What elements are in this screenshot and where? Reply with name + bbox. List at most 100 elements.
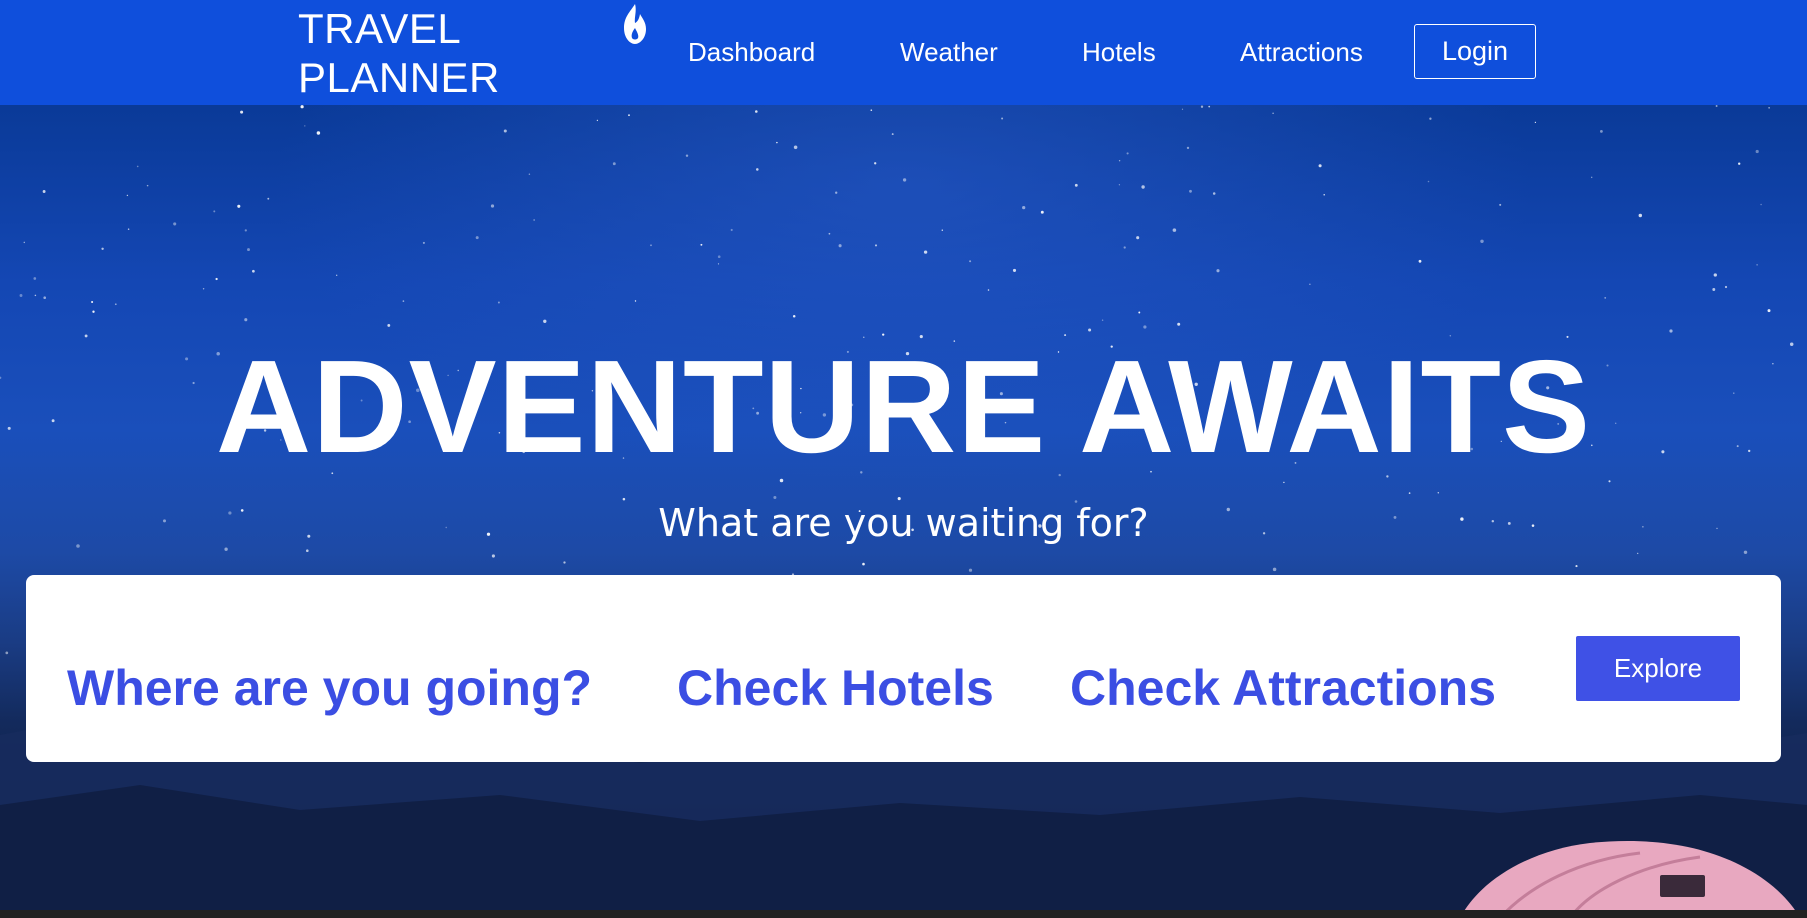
star (1022, 205, 1026, 210)
star (503, 129, 507, 133)
star (1724, 285, 1728, 289)
star (1123, 246, 1126, 249)
hero-subtitle: What are you waiting for? (658, 501, 1149, 545)
star (1637, 552, 1639, 555)
hero-title: ADVENTURE AWAITS (215, 333, 1592, 480)
star (304, 125, 306, 127)
nav-dashboard-link[interactable]: Dashboard (688, 36, 815, 68)
star (215, 277, 218, 281)
star (862, 562, 865, 566)
nav-weather-link[interactable]: Weather (900, 36, 998, 68)
star (1590, 176, 1593, 179)
star (612, 162, 616, 166)
star (237, 204, 241, 208)
star (1172, 228, 1177, 232)
where-are-you-going-option[interactable]: Where are you going? (67, 659, 592, 717)
star (1323, 193, 1325, 196)
brand-logo-text[interactable]: TRAVEL PLANNER (298, 4, 528, 102)
star (1136, 236, 1140, 240)
star (987, 289, 990, 291)
star (1760, 203, 1762, 206)
star (874, 244, 878, 247)
star (1669, 329, 1673, 333)
star (1608, 480, 1611, 483)
star (1713, 273, 1717, 277)
star (300, 105, 304, 109)
star (1141, 185, 1145, 189)
star (92, 310, 95, 313)
star (19, 294, 23, 297)
star (202, 288, 205, 290)
search-card: Where are you going? Check Hotels Check … (26, 575, 1781, 762)
star (1189, 189, 1192, 193)
bottom-edge-bar (0, 910, 1807, 918)
login-button[interactable]: Login (1414, 24, 1536, 79)
star (1074, 183, 1078, 187)
star (497, 301, 500, 304)
star (114, 303, 117, 306)
star (1427, 180, 1430, 183)
star (870, 109, 873, 111)
star (1200, 105, 1204, 108)
nav-hotels-link[interactable]: Hotels (1082, 36, 1156, 68)
star (730, 228, 733, 232)
star (1143, 325, 1147, 329)
star (1186, 146, 1190, 150)
star (336, 274, 338, 276)
star (773, 495, 777, 500)
star (1534, 121, 1537, 124)
star (1756, 264, 1758, 266)
star (628, 114, 630, 117)
star (1743, 550, 1748, 555)
star (1600, 130, 1603, 133)
star (247, 248, 250, 252)
star (923, 250, 928, 254)
check-hotels-option[interactable]: Check Hotels (677, 659, 994, 717)
star (543, 319, 547, 323)
star (685, 154, 689, 157)
star (1208, 105, 1211, 108)
star (1138, 311, 1141, 314)
star (1126, 152, 1129, 155)
brand-line-2: PLANNER (298, 54, 500, 101)
star (1755, 149, 1759, 154)
star (941, 229, 944, 231)
star (1181, 108, 1184, 110)
star (650, 244, 652, 247)
star (1272, 567, 1277, 572)
star (1001, 117, 1004, 120)
star (528, 173, 531, 175)
star (634, 300, 637, 302)
star (1216, 269, 1220, 273)
star (244, 229, 247, 232)
nav-attractions-link[interactable]: Attractions (1240, 36, 1363, 68)
star (402, 300, 405, 302)
explore-button[interactable]: Explore (1576, 636, 1740, 701)
star (475, 236, 479, 240)
star (101, 247, 104, 250)
star (533, 219, 535, 221)
tent-image (1460, 841, 1800, 918)
star (1283, 481, 1285, 484)
star (491, 554, 495, 558)
star (267, 197, 270, 200)
star (136, 165, 139, 168)
star (1040, 210, 1044, 214)
star (316, 131, 321, 135)
brand-line-1: TRAVEL (298, 5, 462, 52)
star (224, 547, 228, 551)
hero-section: ADVENTURE AWAITS What are you waiting fo… (0, 105, 1807, 918)
star (835, 191, 838, 194)
star (1212, 192, 1216, 195)
star (1604, 297, 1607, 299)
star (34, 294, 37, 297)
star (1309, 283, 1311, 285)
star (33, 277, 37, 280)
star (1088, 328, 1092, 332)
star (1429, 117, 1432, 120)
flame-icon (624, 4, 646, 44)
check-attractions-option[interactable]: Check Attractions (1070, 659, 1496, 717)
star (1118, 159, 1121, 162)
star (1480, 239, 1484, 244)
star (146, 184, 149, 187)
